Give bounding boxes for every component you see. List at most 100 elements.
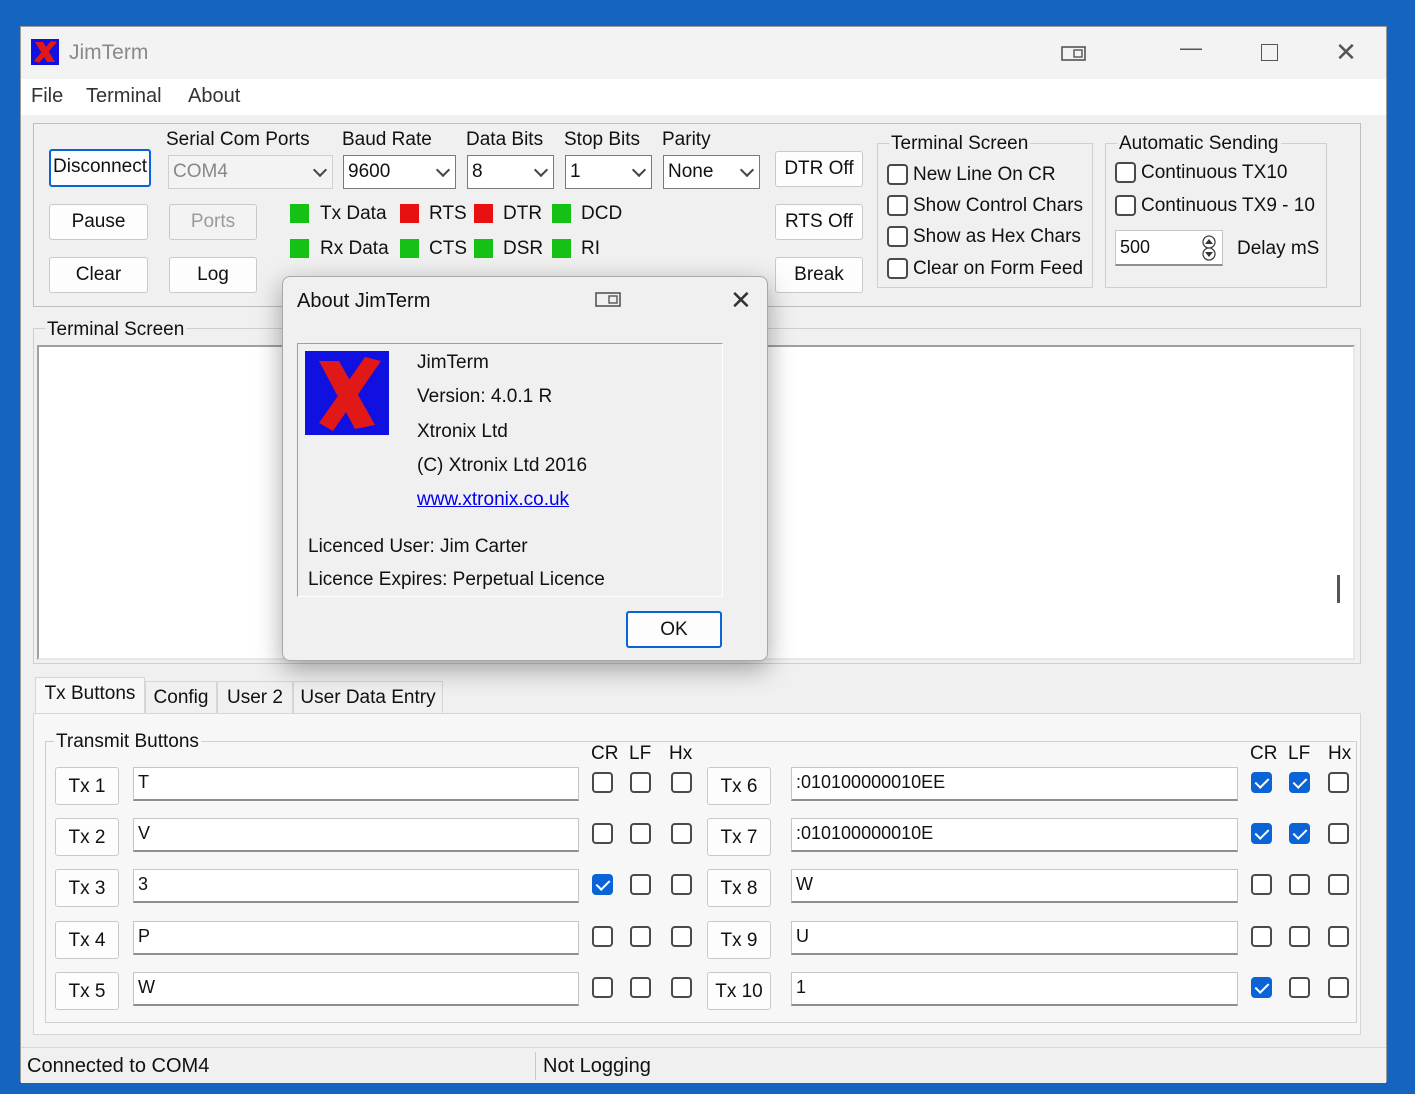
menu-about[interactable]: About xyxy=(188,85,240,108)
tx-6-lf-checkbox[interactable] xyxy=(1289,772,1310,793)
tx-9-lf-checkbox[interactable] xyxy=(1289,926,1310,947)
tx-2-input[interactable]: V xyxy=(133,818,579,852)
data-bits-select[interactable]: 8 xyxy=(467,155,554,189)
tx-8-input[interactable]: W xyxy=(791,869,1238,903)
tab-config[interactable]: Config xyxy=(145,681,217,715)
tx-1-button[interactable]: Tx 1 xyxy=(55,767,119,805)
tx-5-button[interactable]: Tx 5 xyxy=(55,972,119,1010)
show-control-chars-checkbox[interactable] xyxy=(887,195,908,216)
tx-2-hx-checkbox[interactable] xyxy=(671,823,692,844)
ok-button[interactable]: OK xyxy=(626,611,722,648)
tx-7-button[interactable]: Tx 7 xyxy=(707,818,771,856)
parity-select[interactable]: None xyxy=(663,155,760,189)
show-hex-chars-checkbox[interactable] xyxy=(887,226,908,247)
tx-2-cr-checkbox[interactable] xyxy=(592,823,613,844)
about-licenced-user: Licenced User: Jim Carter xyxy=(308,536,528,557)
break-button[interactable]: Break xyxy=(775,257,863,293)
tx-4-lf-checkbox[interactable] xyxy=(630,926,651,947)
menu-terminal[interactable]: Terminal xyxy=(86,85,162,108)
tx-3-lf-checkbox[interactable] xyxy=(630,874,651,895)
tx-3-button[interactable]: Tx 3 xyxy=(55,869,119,907)
tx-3-cr-checkbox[interactable] xyxy=(592,874,613,895)
tx-10-cr-checkbox[interactable] xyxy=(1251,977,1272,998)
about-close-icon[interactable]: ✕ xyxy=(730,285,752,316)
tx-1-cr-checkbox[interactable] xyxy=(592,772,613,793)
spin-updown-icon[interactable] xyxy=(1199,235,1219,261)
tx-10-hx-checkbox[interactable] xyxy=(1328,977,1349,998)
tx-5-lf-checkbox[interactable] xyxy=(630,977,651,998)
new-line-on-cr-checkbox[interactable] xyxy=(887,164,908,185)
dtr-led xyxy=(474,204,493,223)
tx-2-button[interactable]: Tx 2 xyxy=(55,818,119,856)
tx-4-hx-checkbox[interactable] xyxy=(671,926,692,947)
pause-button[interactable]: Pause xyxy=(49,204,148,240)
disconnect-button[interactable]: Disconnect xyxy=(49,149,151,187)
tx-9-button[interactable]: Tx 9 xyxy=(707,921,771,959)
tx-9-hx-checkbox[interactable] xyxy=(1328,926,1349,947)
dtr-off-button[interactable]: DTR Off xyxy=(775,151,863,187)
dcd-led xyxy=(552,204,571,223)
tx-7-hx-checkbox[interactable] xyxy=(1328,823,1349,844)
tx-7-cr-checkbox[interactable] xyxy=(1251,823,1272,844)
tx-7-input[interactable]: :010100000010E xyxy=(791,818,1238,852)
com-port-select[interactable]: COM4 xyxy=(168,155,333,189)
tx-7-lf-checkbox[interactable] xyxy=(1289,823,1310,844)
terminal-scrollbar-thumb[interactable] xyxy=(1337,575,1340,603)
tx-8-button[interactable]: Tx 8 xyxy=(707,869,771,907)
tx-9-input[interactable]: U xyxy=(791,921,1238,955)
tab-tx-buttons[interactable]: Tx Buttons xyxy=(35,677,145,715)
tx-10-input[interactable]: 1 xyxy=(791,972,1238,1006)
tx-2-lf-checkbox[interactable] xyxy=(630,823,651,844)
baud-rate-select[interactable]: 9600 xyxy=(343,155,456,189)
clear-on-form-feed-checkbox[interactable] xyxy=(887,258,908,279)
tx-6-cr-checkbox[interactable] xyxy=(1251,772,1272,793)
clear-button[interactable]: Clear xyxy=(49,257,148,293)
log-button[interactable]: Log xyxy=(169,257,257,293)
cts-label: CTS xyxy=(429,238,467,259)
tx-6-hx-checkbox[interactable] xyxy=(1328,772,1349,793)
tx-5-hx-checkbox[interactable] xyxy=(671,977,692,998)
snap-layout-icon[interactable] xyxy=(595,291,623,309)
rts-off-button[interactable]: RTS Off xyxy=(775,204,863,240)
tx-8-hx-checkbox[interactable] xyxy=(1328,874,1349,895)
stop-bits-label: Stop Bits xyxy=(564,129,641,150)
title-bar: JimTerm — ✕ xyxy=(21,27,1386,79)
maximize-icon[interactable] xyxy=(1261,44,1278,61)
continuous-tx9-10-checkbox[interactable] xyxy=(1115,195,1136,216)
tab-user-data-entry[interactable]: User Data Entry xyxy=(293,681,443,715)
about-website-link[interactable]: www.xtronix.co.uk xyxy=(417,489,569,511)
dtr-label: DTR xyxy=(503,203,543,224)
tx-4-input[interactable]: P xyxy=(133,921,579,955)
tx-5-input[interactable]: W xyxy=(133,972,579,1006)
dsr-label: DSR xyxy=(503,238,544,259)
left-lf-header: LF xyxy=(629,743,652,764)
tab-user-2[interactable]: User 2 xyxy=(217,681,293,715)
tx-4-button[interactable]: Tx 4 xyxy=(55,921,119,959)
stop-bits-select[interactable]: 1 xyxy=(565,155,652,189)
menu-file[interactable]: File xyxy=(31,85,63,108)
close-icon[interactable]: ✕ xyxy=(1331,37,1361,68)
terminal-options-title: Terminal Screen xyxy=(889,133,1031,155)
tx-1-input[interactable]: T xyxy=(133,767,579,801)
tx-5-cr-checkbox[interactable] xyxy=(592,977,613,998)
tx-3-input[interactable]: 3 xyxy=(133,869,579,903)
continuous-tx10-checkbox[interactable] xyxy=(1115,162,1136,183)
tx-8-cr-checkbox[interactable] xyxy=(1251,874,1272,895)
left-cr-header: CR xyxy=(591,743,619,764)
tx-9-cr-checkbox[interactable] xyxy=(1251,926,1272,947)
chevron-down-icon xyxy=(435,162,451,178)
tx-6-button[interactable]: Tx 6 xyxy=(707,767,771,805)
parity-value: None xyxy=(668,161,714,182)
tx-6-input[interactable]: :010100000010EE xyxy=(791,767,1238,801)
ports-button[interactable]: Ports xyxy=(169,204,257,240)
status-bar: Connected to COM4 Not Logging xyxy=(21,1047,1386,1083)
tx-10-button[interactable]: Tx 10 xyxy=(707,972,771,1010)
tx-1-hx-checkbox[interactable] xyxy=(671,772,692,793)
tx-4-cr-checkbox[interactable] xyxy=(592,926,613,947)
minimize-icon[interactable]: — xyxy=(1176,35,1206,61)
tx-1-lf-checkbox[interactable] xyxy=(630,772,651,793)
tx-10-lf-checkbox[interactable] xyxy=(1289,977,1310,998)
snap-layout-icon[interactable] xyxy=(1061,45,1087,63)
tx-3-hx-checkbox[interactable] xyxy=(671,874,692,895)
tx-8-lf-checkbox[interactable] xyxy=(1289,874,1310,895)
